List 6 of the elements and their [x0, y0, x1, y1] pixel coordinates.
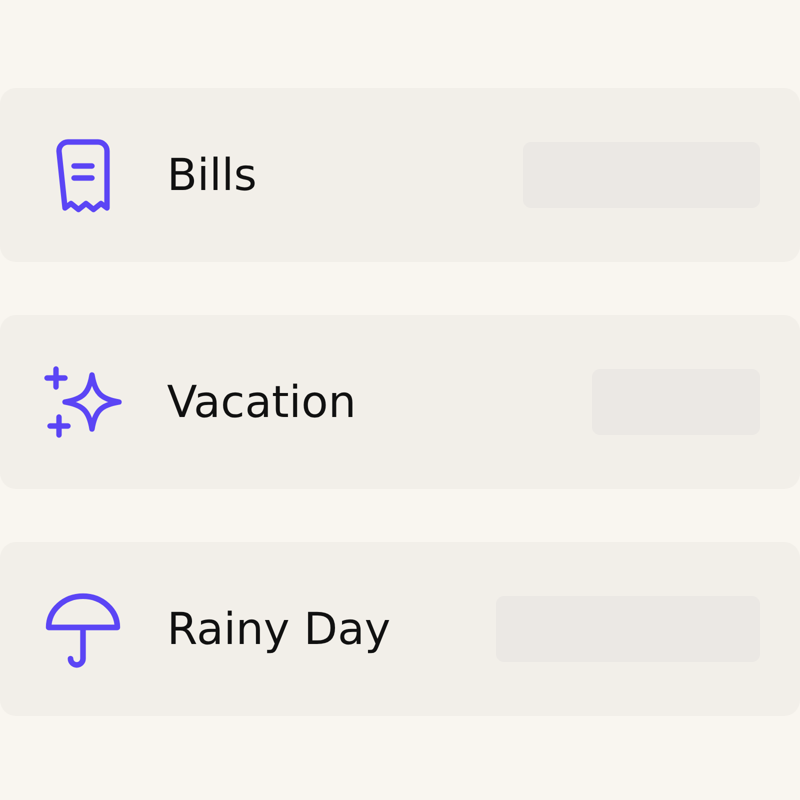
goal-name: Rainy Day — [167, 604, 392, 654]
goal-name: Bills — [167, 150, 258, 200]
goal-card[interactable]: Rainy Day — [0, 542, 800, 716]
goal-card[interactable]: Bills — [0, 88, 800, 262]
goal-name: Vacation — [167, 376, 358, 428]
goal-card[interactable]: Vacation — [0, 315, 800, 489]
